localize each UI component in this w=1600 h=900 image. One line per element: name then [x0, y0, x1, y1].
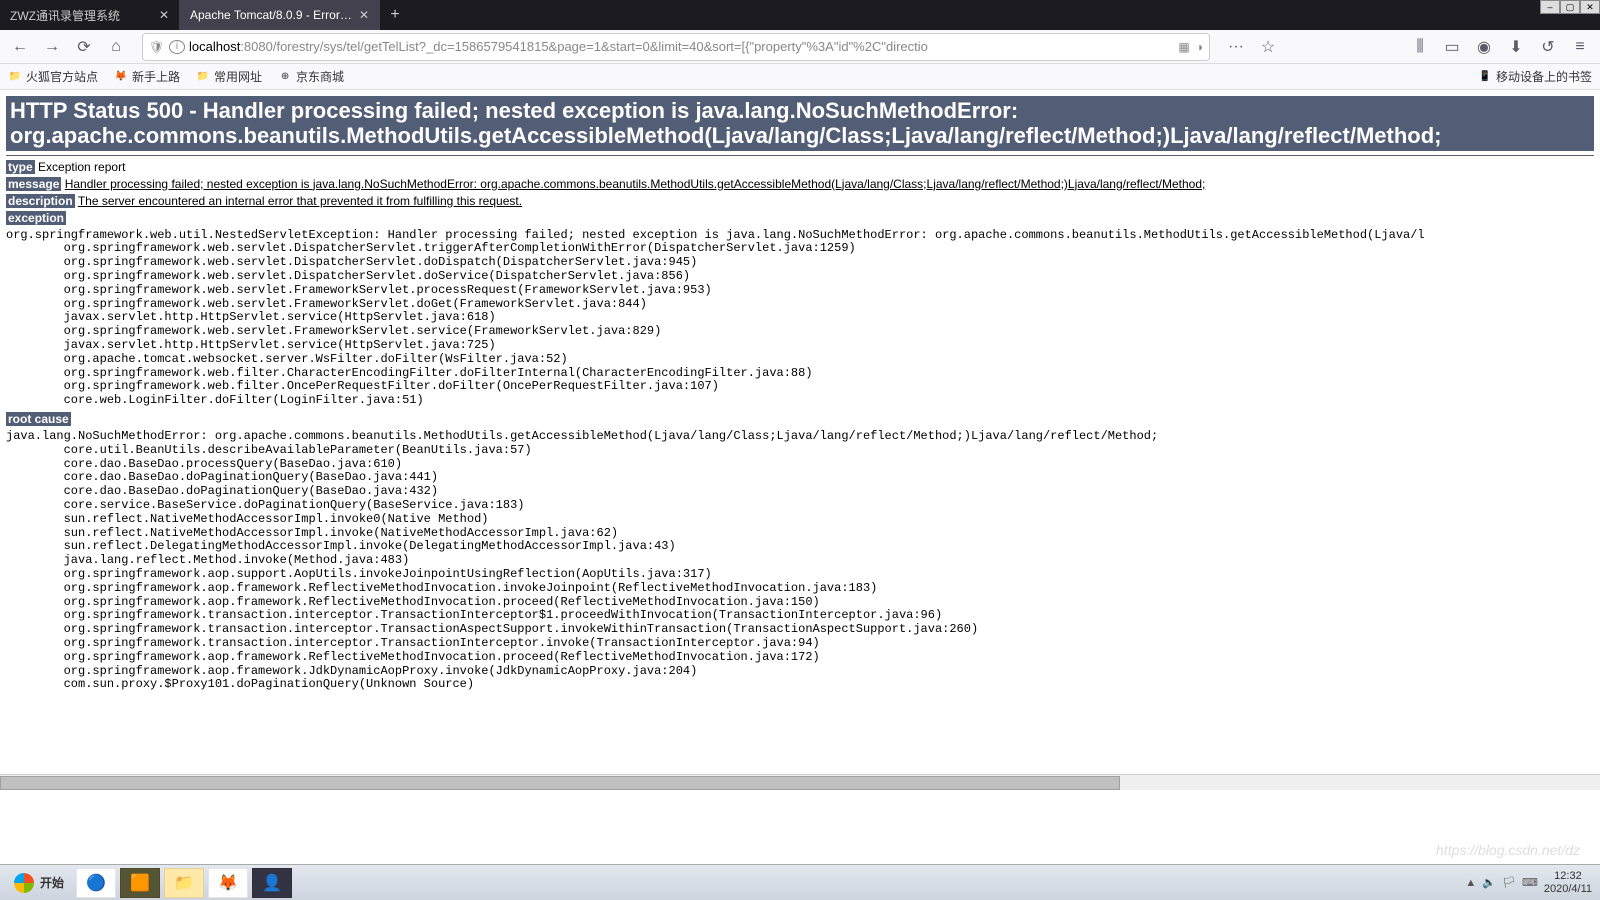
history-icon[interactable]: ↺: [1534, 33, 1562, 61]
clock[interactable]: 12:32 2020/4/11: [1544, 870, 1592, 894]
horizontal-scrollbar[interactable]: [0, 774, 1600, 790]
message-label: message: [6, 177, 61, 191]
bookmark-item[interactable]: ⊕ 京东商城: [278, 68, 344, 85]
firefox-icon: 🦊: [114, 70, 128, 84]
bookmark-label: 新手上路: [132, 68, 180, 85]
folder-icon: 📁: [196, 70, 210, 84]
toolbar-right: ⫼ ▭ ◉ ⬇ ↺ ≡: [1406, 33, 1594, 61]
taskbar-app-firefox[interactable]: 🦊: [208, 868, 248, 898]
tomcat-error-page: HTTP Status 500 - Handler processing fai…: [0, 90, 1600, 702]
bookmark-item[interactable]: 🦊 新手上路: [114, 68, 180, 85]
shield-icon[interactable]: 🛡: [149, 40, 165, 54]
type-line: type Exception report: [6, 160, 1594, 174]
bookmark-label: 火狐官方站点: [26, 68, 98, 85]
taskbar-app[interactable]: 🟧: [120, 868, 160, 898]
browser-tab-1[interactable]: Apache Tomcat/8.0.9 - Error rep ✕: [180, 0, 380, 30]
watermark-text: https://blog.csdn.net/dz: [1436, 842, 1580, 858]
tab-title: ZWZ通讯录管理系统: [10, 7, 153, 24]
folder-icon: 📁: [8, 70, 22, 84]
page-actions-button[interactable]: ···: [1222, 33, 1250, 61]
mobile-icon: 📱: [1478, 70, 1492, 84]
close-button[interactable]: ✕: [1580, 0, 1600, 14]
globe-icon: ⊕: [278, 70, 292, 84]
forward-button[interactable]: →: [38, 33, 66, 61]
system-tray: ▲ 🔈 🏳 ⌨ 12:32 2020/4/11: [1465, 870, 1596, 894]
scrollbar-thumb[interactable]: [0, 776, 1120, 790]
taskbar: 开始 🔵 🟧 📁 🦊 👤 ▲ 🔈 🏳 ⌨ 12:32 2020/4/11: [0, 864, 1600, 900]
library-icon[interactable]: ⫼: [1406, 33, 1434, 61]
back-button[interactable]: ←: [6, 33, 34, 61]
bookmark-label: 移动设备上的书签: [1496, 68, 1592, 85]
bookmark-item[interactable]: 📁 常用网址: [196, 68, 262, 85]
windows-icon: [14, 873, 34, 893]
info-icon[interactable]: i: [169, 40, 185, 54]
tab-title: Apache Tomcat/8.0.9 - Error rep: [190, 8, 353, 22]
tab-bar: ZWZ通讯录管理系统 ✕ Apache Tomcat/8.0.9 - Error…: [0, 0, 1600, 30]
grid-icon[interactable]: ▦: [1178, 40, 1189, 54]
clock-time: 12:32: [1544, 870, 1592, 882]
close-icon[interactable]: ✕: [359, 8, 369, 22]
type-label: type: [6, 160, 35, 174]
taskbar-app[interactable]: 👤: [252, 868, 292, 898]
page-title: HTTP Status 500 - Handler processing fai…: [6, 96, 1594, 151]
exception-stacktrace: org.springframework.web.util.NestedServl…: [6, 229, 1594, 408]
minimize-button[interactable]: –: [1540, 0, 1560, 14]
bookmark-label: 常用网址: [214, 68, 262, 85]
tray-expand-icon[interactable]: ▲: [1465, 877, 1476, 889]
exception-header: exception: [6, 211, 1594, 225]
bookmark-item[interactable]: 📁 火狐官方站点: [8, 68, 98, 85]
clock-date: 2020/4/11: [1544, 883, 1592, 895]
bookmark-label: 京东商城: [296, 68, 344, 85]
contrast-icon[interactable]: ◑: [1196, 40, 1203, 54]
start-label: 开始: [40, 874, 64, 891]
rootcause-stacktrace: java.lang.NoSuchMethodError: org.apache.…: [6, 430, 1594, 692]
start-button[interactable]: 开始: [4, 868, 74, 898]
maximize-button[interactable]: ▢: [1560, 0, 1580, 14]
url-text: localhost:8080/forestry/sys/tel/getTelLi…: [189, 39, 1178, 54]
divider: [6, 155, 1594, 156]
taskbar-app[interactable]: 🔵: [76, 868, 116, 898]
taskbar-app[interactable]: 📁: [164, 868, 204, 898]
rootcause-header: root cause: [6, 412, 1594, 426]
nav-bar: ← → ⟳ ⌂ 🛡 i localhost:8080/forestry/sys/…: [0, 30, 1600, 64]
message-line: message Handler processing failed; neste…: [6, 177, 1594, 191]
tray-icon[interactable]: 🔈: [1482, 876, 1496, 889]
bookmark-star-button[interactable]: ☆: [1254, 33, 1282, 61]
url-actions: ▦ ◑: [1178, 40, 1203, 54]
home-button[interactable]: ⌂: [102, 33, 130, 61]
account-icon[interactable]: ◉: [1470, 33, 1498, 61]
sidebar-icon[interactable]: ▭: [1438, 33, 1466, 61]
browser-tab-0[interactable]: ZWZ通讯录管理系统 ✕: [0, 0, 180, 30]
menu-icon[interactable]: ≡: [1566, 33, 1594, 61]
url-bar[interactable]: 🛡 i localhost:8080/forestry/sys/tel/getT…: [142, 33, 1210, 61]
description-value: The server encountered an internal error…: [78, 194, 522, 208]
exception-label: exception: [6, 211, 66, 225]
page-content: HTTP Status 500 - Handler processing fai…: [0, 90, 1600, 770]
bookmarks-bar: 📁 火狐官方站点 🦊 新手上路 📁 常用网址 ⊕ 京东商城 📱 移动设备上的书签: [0, 64, 1600, 90]
description-line: description The server encountered an in…: [6, 194, 1594, 208]
download-icon[interactable]: ⬇: [1502, 33, 1530, 61]
tray-icon[interactable]: ⌨: [1522, 876, 1538, 889]
message-value: Handler processing failed; nested except…: [65, 177, 1206, 191]
reload-button[interactable]: ⟳: [70, 33, 98, 61]
tray-icon[interactable]: 🏳: [1502, 876, 1516, 889]
new-tab-button[interactable]: +: [380, 0, 410, 30]
rootcause-label: root cause: [6, 412, 71, 426]
type-value: Exception report: [35, 160, 126, 174]
description-label: description: [6, 194, 75, 208]
title-bar-controls: – ▢ ✕: [1540, 0, 1600, 14]
close-icon[interactable]: ✕: [159, 8, 169, 22]
mobile-bookmarks[interactable]: 📱 移动设备上的书签: [1478, 68, 1592, 85]
